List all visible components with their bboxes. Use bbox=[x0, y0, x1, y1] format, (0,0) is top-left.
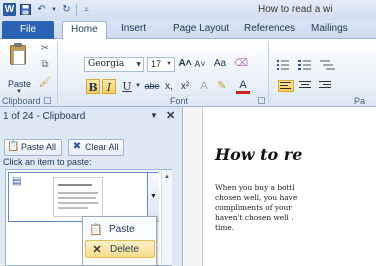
paste-all-label: Paste All bbox=[21, 142, 57, 152]
document-line: When you buy a bottl bbox=[215, 183, 295, 192]
undo-icon[interactable]: ↶ bbox=[35, 3, 48, 16]
superscript-button[interactable]: x² bbox=[178, 79, 192, 94]
paste-button[interactable]: Paste ▼ bbox=[4, 41, 32, 95]
paste-dropdown-icon[interactable]: ▼ bbox=[16, 89, 22, 95]
paste-icon: 📋 bbox=[89, 224, 103, 236]
align-right-icon[interactable] bbox=[318, 80, 334, 92]
cut-icon[interactable]: ✂ bbox=[38, 43, 52, 55]
paste-all-button[interactable]: 📋 Paste All bbox=[4, 139, 62, 156]
clipboard-instruction: Click an item to paste: bbox=[3, 157, 92, 167]
italic-button[interactable]: I bbox=[102, 79, 116, 94]
document-line: time. bbox=[215, 223, 235, 232]
customize-qat-icon[interactable]: ⩡ bbox=[80, 3, 93, 16]
tab-mailings[interactable]: Mailings bbox=[311, 23, 348, 34]
pane-options-icon[interactable]: ▼ bbox=[150, 111, 158, 120]
window-title: How to read a wi bbox=[258, 4, 333, 15]
font-size-select[interactable]: 17 ▼ bbox=[147, 57, 175, 72]
menu-item-paste[interactable]: 📋 Paste bbox=[85, 221, 155, 239]
clipboard-group-label: Clipboard bbox=[2, 96, 41, 106]
align-center-icon[interactable] bbox=[298, 80, 314, 92]
document-line: haven't chosen well . bbox=[215, 213, 294, 222]
copy-icon[interactable]: ⧉ bbox=[38, 59, 52, 71]
close-icon[interactable]: ✕ bbox=[166, 109, 175, 122]
menu-item-paste-label: Paste bbox=[109, 224, 135, 235]
strikethrough-button[interactable]: abe bbox=[143, 79, 161, 94]
document-line: chosen well, you have bbox=[215, 193, 298, 202]
delete-icon: ✕ bbox=[92, 244, 102, 256]
paragraph-group-label: Pa bbox=[354, 96, 366, 106]
font-size-value: 17 bbox=[151, 59, 162, 69]
font-size-dropdown-icon: ▼ bbox=[166, 61, 172, 67]
redo-icon[interactable]: ↻ bbox=[60, 3, 73, 16]
text-effects-icon[interactable]: A bbox=[196, 79, 212, 94]
paper-icon bbox=[13, 50, 25, 65]
numbering-icon[interactable] bbox=[298, 59, 314, 71]
scrollbar[interactable]: ▲ bbox=[161, 170, 172, 265]
shrink-font-icon[interactable]: A˅ bbox=[193, 58, 207, 70]
word-app-icon[interactable]: W bbox=[3, 3, 16, 16]
font-group-label: Font bbox=[170, 96, 189, 106]
underline-dropdown-icon[interactable]: ▼ bbox=[134, 79, 142, 94]
undo-dropdown-icon[interactable]: ▼ bbox=[51, 3, 57, 16]
document-page[interactable]: How to re When you buy a bottl chosen we… bbox=[202, 107, 376, 266]
paste-all-icon: 📋 bbox=[7, 141, 20, 152]
font-name-select[interactable]: Georgia ▼ bbox=[84, 57, 144, 72]
tab-file[interactable]: File bbox=[2, 21, 54, 39]
font-color-icon[interactable]: A bbox=[236, 79, 250, 94]
clear-all-button[interactable]: ✖ Clear All bbox=[68, 139, 124, 156]
clear-formatting-icon[interactable]: ⌫ bbox=[234, 58, 248, 70]
paste-label: Paste bbox=[8, 79, 32, 89]
clipboard-item-context-menu: 📋 Paste ✕ Delete bbox=[82, 216, 157, 266]
scroll-up-icon[interactable]: ▲ bbox=[164, 174, 170, 180]
clipboard-item-thumbnail bbox=[53, 177, 103, 217]
document-heading: How to re bbox=[215, 145, 303, 164]
menu-item-delete-label: Delete bbox=[110, 244, 139, 255]
tab-page-layout[interactable]: Page Layout bbox=[173, 23, 229, 34]
bold-button[interactable]: B bbox=[86, 79, 100, 94]
change-case-button[interactable]: Aa bbox=[211, 58, 229, 70]
word-document-icon: ▤ bbox=[12, 176, 22, 187]
clip-icon bbox=[14, 43, 22, 47]
clipboard-item-dropdown-icon[interactable]: ▼ bbox=[147, 173, 159, 221]
save-icon[interactable] bbox=[19, 3, 32, 16]
font-name-dropdown-icon: ▼ bbox=[136, 61, 141, 68]
underline-button[interactable]: U bbox=[120, 79, 134, 94]
title-bar: W ↶ ▼ ↻ ⩡ How to read a wi bbox=[0, 0, 376, 20]
bullets-icon[interactable] bbox=[276, 59, 292, 71]
tab-insert[interactable]: Insert bbox=[121, 23, 146, 34]
highlight-color-icon[interactable]: ✎ bbox=[214, 79, 230, 94]
clipboard-pane-title: 1 of 24 - Clipboard bbox=[3, 111, 86, 122]
qat-divider bbox=[76, 3, 77, 16]
ribbon-tabs: File Home Insert Page Layout References … bbox=[0, 20, 376, 40]
group-divider bbox=[268, 42, 269, 104]
clear-all-icon: ✖ bbox=[72, 141, 82, 152]
document-area: How to re When you buy a bottl chosen we… bbox=[184, 107, 376, 266]
font-launcher-icon[interactable] bbox=[258, 97, 265, 104]
menu-item-delete[interactable]: ✕ Delete bbox=[85, 240, 155, 258]
ribbon: Paste ▼ ✂ ⧉ 🖌 Clipboard Georgia ▼ 17 ▼ A˄ … bbox=[0, 39, 376, 107]
group-divider bbox=[57, 42, 58, 104]
font-name-value: Georgia bbox=[88, 59, 125, 69]
align-left-icon[interactable] bbox=[278, 80, 294, 92]
tab-references[interactable]: References bbox=[244, 23, 295, 34]
document-body: When you buy a bottl chosen well, you ha… bbox=[215, 183, 365, 233]
quick-access-toolbar: W ↶ ▼ ↻ ⩡ bbox=[3, 3, 93, 16]
format-painter-icon[interactable]: 🖌 bbox=[38, 77, 52, 89]
document-line: compliments of your bbox=[215, 203, 292, 212]
clipboard-item[interactable]: ▤ ▼ bbox=[8, 172, 159, 222]
grow-font-icon[interactable]: A˄ bbox=[178, 58, 192, 70]
multilevel-list-icon[interactable] bbox=[320, 59, 336, 71]
clear-all-label: Clear All bbox=[85, 142, 119, 152]
subscript-button[interactable]: x, bbox=[162, 79, 176, 94]
tab-home[interactable]: Home bbox=[62, 21, 107, 40]
clipboard-launcher-icon[interactable] bbox=[44, 97, 51, 104]
